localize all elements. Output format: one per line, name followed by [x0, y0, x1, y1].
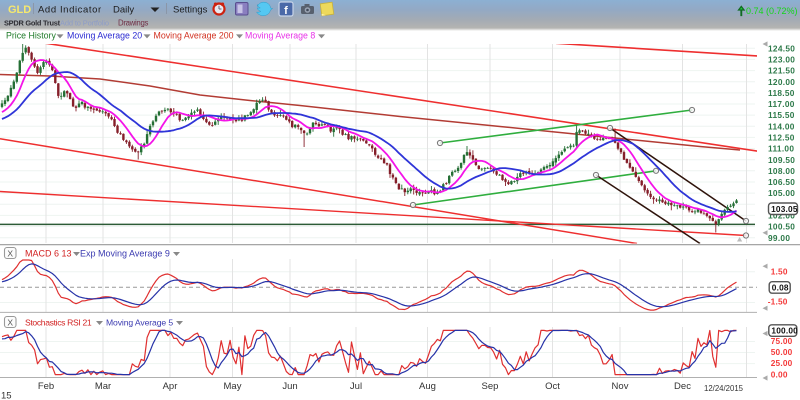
svg-text:MACD 6 13: MACD 6 13 — [25, 249, 72, 259]
svg-text:GLD: GLD — [8, 4, 31, 16]
svg-text:120.00: 120.00 — [768, 77, 795, 87]
svg-text:X: X — [7, 248, 13, 258]
svg-text:Drawings: Drawings — [118, 19, 148, 28]
svg-text:108.00: 108.00 — [768, 166, 795, 176]
svg-text:50.00: 50.00 — [771, 347, 793, 357]
svg-text:Exp Moving Average 9: Exp Moving Average 9 — [80, 249, 170, 259]
svg-text:Moving Average 20: Moving Average 20 — [67, 31, 142, 41]
svg-text:Nov: Nov — [612, 381, 629, 392]
svg-text:Moving Average 200: Moving Average 200 — [154, 31, 234, 41]
svg-text:75.00: 75.00 — [771, 336, 793, 346]
svg-text:Jul: Jul — [350, 381, 362, 392]
svg-text:Apr: Apr — [163, 381, 178, 392]
svg-text:121.50: 121.50 — [768, 66, 795, 76]
svg-text:May: May — [224, 381, 242, 392]
svg-text:Add Indicator: Add Indicator — [38, 5, 102, 16]
svg-text:SPDR Gold Trust: SPDR Gold Trust — [4, 19, 61, 28]
svg-text:12/24/2015: 12/24/2015 — [704, 384, 744, 393]
svg-text:15: 15 — [1, 391, 12, 400]
svg-text:100.00: 100.00 — [771, 326, 798, 336]
svg-text:Daily: Daily — [113, 5, 134, 16]
svg-text:0.74 (0.72%): 0.74 (0.72%) — [746, 6, 798, 16]
svg-text:112.50: 112.50 — [768, 133, 795, 143]
svg-text:-1.50: -1.50 — [768, 296, 788, 306]
svg-text:Sep: Sep — [482, 381, 499, 392]
svg-text:Oct: Oct — [545, 381, 560, 392]
svg-text:105.00: 105.00 — [768, 188, 795, 198]
svg-text:123.00: 123.00 — [768, 55, 795, 65]
svg-text:Feb: Feb — [38, 381, 54, 392]
svg-text:Dec: Dec — [674, 381, 691, 392]
svg-text:99.00: 99.00 — [768, 233, 790, 243]
svg-text:Aug: Aug — [419, 381, 436, 392]
svg-text:114.00: 114.00 — [768, 121, 795, 131]
svg-text:X: X — [7, 317, 13, 327]
svg-text:Add to Portfolio: Add to Portfolio — [60, 19, 109, 28]
svg-text:Settings: Settings — [173, 5, 208, 16]
svg-text:1.50: 1.50 — [771, 267, 788, 277]
svg-text:124.50: 124.50 — [768, 43, 795, 53]
svg-text:0.08: 0.08 — [772, 283, 789, 293]
svg-text:0.00: 0.00 — [771, 369, 788, 379]
svg-text:118.50: 118.50 — [768, 88, 795, 98]
svg-text:100.50: 100.50 — [768, 222, 795, 232]
svg-text:Moving Average 8: Moving Average 8 — [245, 31, 315, 41]
svg-text:103.05: 103.05 — [771, 204, 798, 214]
svg-text:Stochastics RSI 21: Stochastics RSI 21 — [25, 318, 92, 328]
svg-text:111.00: 111.00 — [768, 144, 794, 154]
svg-text:115.50: 115.50 — [768, 110, 795, 120]
svg-text:117.00: 117.00 — [768, 99, 795, 109]
svg-text:106.50: 106.50 — [768, 177, 795, 187]
svg-text:Jun: Jun — [282, 381, 297, 392]
svg-text:Price History: Price History — [6, 31, 56, 41]
svg-text:109.50: 109.50 — [768, 155, 795, 165]
svg-text:f: f — [284, 5, 288, 17]
svg-text:25.00: 25.00 — [771, 358, 793, 368]
svg-text:Moving Average 5: Moving Average 5 — [106, 318, 173, 328]
svg-text:Mar: Mar — [95, 381, 111, 392]
